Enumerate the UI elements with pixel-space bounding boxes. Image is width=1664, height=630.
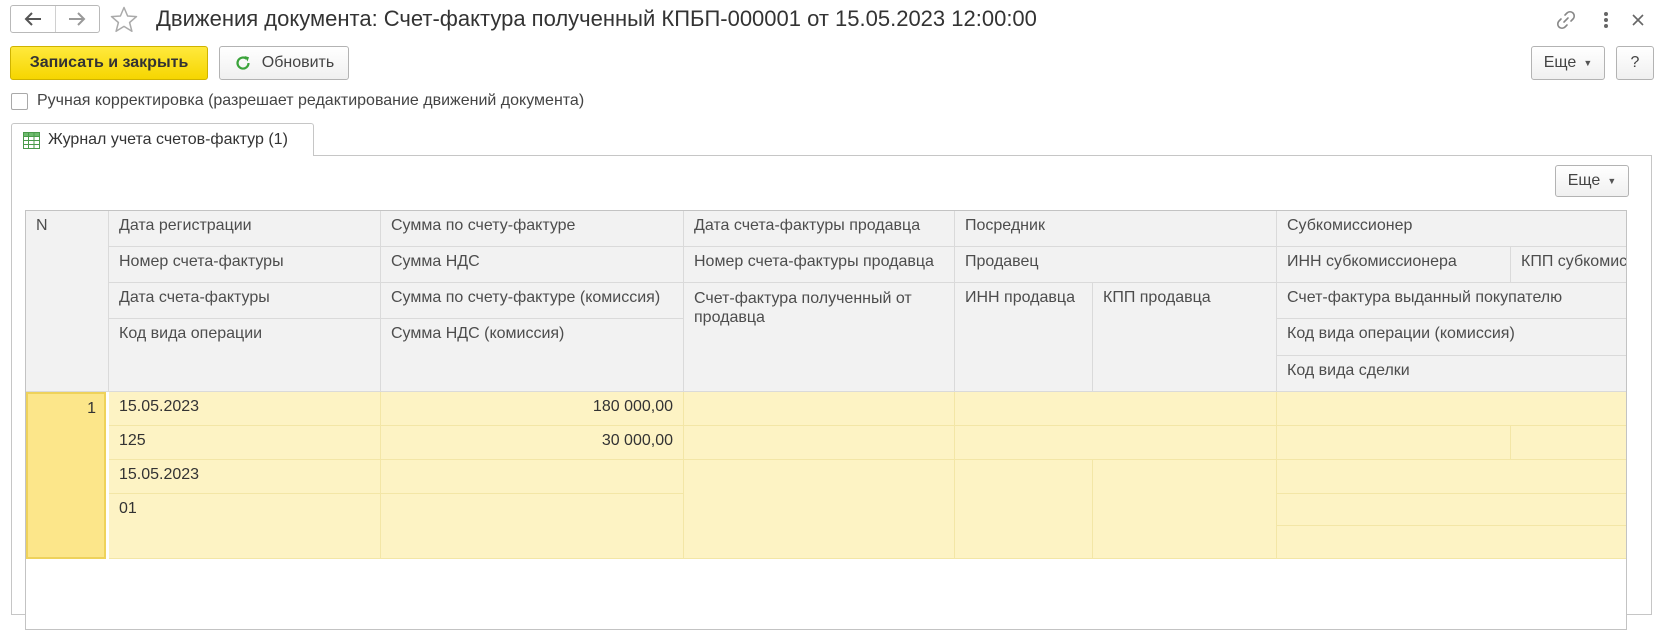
header-vat-sum-commission[interactable]: Сумма НДС (комиссия) xyxy=(381,319,684,392)
page-title: Движения документа: Счет-фактура получен… xyxy=(156,6,1037,31)
grid-more-button[interactable]: Еще ▼ xyxy=(1555,165,1629,197)
cell-operation-code[interactable]: 01 xyxy=(109,494,381,559)
favorite-button[interactable] xyxy=(110,6,138,38)
cell-seller[interactable] xyxy=(955,426,1277,460)
header-reg-date[interactable]: Дата регистрации xyxy=(109,211,381,247)
cell-invoice-from-seller[interactable] xyxy=(684,460,955,559)
cell-invoice-number[interactable]: 125 xyxy=(109,426,381,460)
row-number-cell[interactable]: 1 xyxy=(26,392,106,559)
caret-down-icon: ▼ xyxy=(1607,176,1617,186)
cell-invoice-sum[interactable]: 180 000,00 xyxy=(381,392,684,426)
header-seller[interactable]: Продавец xyxy=(955,247,1277,283)
header-invoice-number[interactable]: Номер счета-фактуры xyxy=(109,247,381,283)
header-subcommissioner-inn[interactable]: ИНН субкомиссионера xyxy=(1277,247,1511,283)
cell-operation-code-commission[interactable] xyxy=(1277,494,1626,526)
more-button-label: Еще xyxy=(1543,54,1577,71)
cell-seller-invoice-date[interactable] xyxy=(684,392,955,426)
close-icon xyxy=(1632,14,1644,26)
cell-invoice-issued-to-buyer[interactable] xyxy=(1277,460,1626,494)
save-and-close-button[interactable]: Записать и закрыть xyxy=(10,46,208,80)
tab-label: Журнал учета счетов-фактур (1) xyxy=(48,131,288,148)
header-n[interactable]: N xyxy=(26,211,109,392)
invoice-journal-table[interactable]: N Дата регистрации Номер счета-фактуры Д… xyxy=(25,210,1627,630)
cell-vat-sum[interactable]: 30 000,00 xyxy=(381,426,684,460)
back-button[interactable] xyxy=(11,6,55,32)
manual-correction-label: Ручная корректировка (разрешает редактир… xyxy=(37,92,585,109)
header-seller-inn[interactable]: ИНН продавца xyxy=(955,283,1093,392)
header-intermediary[interactable]: Посредник xyxy=(955,211,1277,247)
header-invoice-issued-to-buyer[interactable]: Счет-фактура выданный покупателю xyxy=(1277,283,1626,319)
star-icon xyxy=(110,6,138,33)
arrow-left-icon xyxy=(24,12,41,26)
header-invoice-date[interactable]: Дата счета-фактуры xyxy=(109,283,381,319)
forward-button[interactable] xyxy=(54,6,100,32)
more-button[interactable]: Еще ▼ xyxy=(1531,46,1605,80)
header-seller-kpp[interactable]: КПП продавца xyxy=(1093,283,1277,392)
header-invoice-from-seller[interactable]: Счет-фактура полученный от продавца xyxy=(684,283,955,392)
manual-correction-checkbox[interactable] xyxy=(11,93,28,110)
header-operation-code[interactable]: Код вида операции xyxy=(109,319,381,392)
cell-vat-sum-commission[interactable] xyxy=(381,494,684,559)
tab-invoice-journal[interactable]: Журнал учета счетов-фактур (1) xyxy=(11,123,314,156)
cell-invoice-sum-commission[interactable] xyxy=(381,460,684,494)
cell-intermediary[interactable] xyxy=(955,392,1277,426)
help-button[interactable]: ? xyxy=(1616,46,1654,80)
header-operation-code-commission[interactable]: Код вида операции (комиссия) xyxy=(1277,319,1626,356)
cell-subcommissioner-inn[interactable] xyxy=(1277,426,1511,460)
cell-subcommissioner[interactable] xyxy=(1277,392,1626,426)
navigation-group xyxy=(10,5,100,33)
link-icon xyxy=(1556,10,1576,30)
header-invoice-sum-commission[interactable]: Сумма по счету-фактуре (комиссия) xyxy=(381,283,684,319)
grid-more-label: Еще xyxy=(1567,172,1601,189)
header-deal-code[interactable]: Код вида сделки xyxy=(1277,356,1626,392)
cell-subcommissioner-kpp[interactable] xyxy=(1511,426,1626,460)
caret-down-icon: ▼ xyxy=(1583,58,1593,68)
table-icon xyxy=(23,131,40,149)
cell-seller-invoice-number[interactable] xyxy=(684,426,955,460)
header-seller-invoice-date[interactable]: Дата счета-фактуры продавца xyxy=(684,211,955,247)
more-vertical-icon xyxy=(1604,12,1608,28)
header-invoice-sum[interactable]: Сумма по счету-фактуре xyxy=(381,211,684,247)
cell-invoice-date[interactable]: 15.05.2023 xyxy=(109,460,381,494)
refresh-button-label: Обновить xyxy=(261,54,335,71)
cell-seller-kpp[interactable] xyxy=(1093,460,1277,559)
more-menu-button[interactable] xyxy=(1594,8,1618,32)
header-seller-invoice-number[interactable]: Номер счета-фактуры продавца xyxy=(684,247,955,283)
refresh-button[interactable]: Обновить xyxy=(219,46,349,80)
header-vat-sum[interactable]: Сумма НДС xyxy=(381,247,684,283)
cell-deal-code[interactable] xyxy=(1277,526,1626,559)
link-button[interactable] xyxy=(1554,8,1578,32)
header-subcommissioner-kpp[interactable]: КПП субкомис xyxy=(1511,247,1626,283)
arrow-right-icon xyxy=(69,12,86,26)
refresh-icon xyxy=(236,56,250,70)
cell-reg-date[interactable]: 15.05.2023 xyxy=(109,392,381,426)
close-button[interactable] xyxy=(1626,8,1650,32)
header-subcommissioner[interactable]: Субкомиссионер xyxy=(1277,211,1626,247)
cell-seller-inn[interactable] xyxy=(955,460,1093,559)
